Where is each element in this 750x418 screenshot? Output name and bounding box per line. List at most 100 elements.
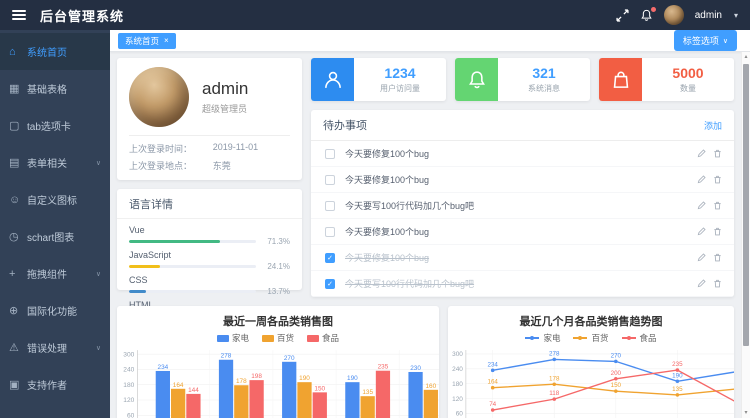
todo-checkbox[interactable] <box>325 175 335 185</box>
language-row-JavaScript: JavaScript24.1% <box>129 250 290 271</box>
todo-text: 今天要修复100个bug <box>345 173 429 186</box>
sidebar-item-自定义图标[interactable]: ☺自定义图标 <box>0 181 110 218</box>
svg-text:118: 118 <box>549 390 559 397</box>
todo-checkbox[interactable] <box>325 201 335 211</box>
legend-label: 家电 <box>232 332 249 344</box>
sidebar-item-错误处理[interactable]: ⚠错误处理∨ <box>0 329 110 366</box>
sidebar-item-基础表格[interactable]: ▦基础表格 <box>0 70 110 107</box>
legend-item-家电[interactable]: 家电 <box>525 332 560 344</box>
notification-bell-icon[interactable] <box>640 9 653 22</box>
edit-icon[interactable] <box>697 227 706 236</box>
svg-text:234: 234 <box>158 364 169 371</box>
edit-icon[interactable] <box>697 175 706 184</box>
tab-home[interactable]: 系统首页 × <box>118 33 176 49</box>
svg-text:278: 278 <box>549 350 560 357</box>
legend-marker <box>525 337 539 339</box>
edit-icon[interactable] <box>697 279 706 288</box>
svg-text:200: 200 <box>611 370 622 377</box>
divider <box>129 135 290 136</box>
bar-家电 <box>408 372 422 418</box>
globe-icon: ⊕ <box>9 304 24 317</box>
todo-checkbox[interactable] <box>325 227 335 237</box>
todo-checkbox[interactable]: ✓ <box>325 279 335 289</box>
legend-item-食品[interactable]: 食品 <box>622 332 657 344</box>
scroll-up-arrow-icon[interactable]: ▴ <box>742 53 750 61</box>
sidebar-item-系统首页[interactable]: ⌂系统首页 <box>0 33 110 70</box>
svg-text:150: 150 <box>611 382 622 389</box>
svg-text:180: 180 <box>452 381 463 388</box>
vertical-scrollbar[interactable]: ▴ ▾ <box>741 52 750 418</box>
scrollbar-thumb[interactable] <box>743 64 749 346</box>
todo-text: 今天要修复100个bug <box>345 225 429 238</box>
delete-icon[interactable] <box>713 175 722 184</box>
language-name: JavaScript <box>129 250 290 260</box>
warning-icon: ⚠ <box>9 341 24 354</box>
delete-icon[interactable] <box>713 201 722 210</box>
form-icon: ▤ <box>9 156 24 169</box>
chevron-down-icon: ∨ <box>96 159 101 167</box>
avatar[interactable] <box>664 5 684 25</box>
delete-icon[interactable] <box>713 149 722 158</box>
chevron-down-icon: ∨ <box>723 37 728 45</box>
delete-icon[interactable] <box>713 227 722 236</box>
todo-card: 待办事项 添加 今天要修复100个bug今天要修复100个bug今天要写100行… <box>311 110 734 297</box>
tab-options-button[interactable]: 标签选项 ∨ <box>674 30 737 51</box>
svg-text:270: 270 <box>611 352 622 359</box>
todo-title: 待办事项 <box>323 117 367 133</box>
profile-avatar <box>129 67 189 127</box>
close-icon[interactable]: × <box>164 37 169 45</box>
legend-item-食品[interactable]: 食品 <box>307 332 339 344</box>
top-header: 后台管理系统 admin ▾ <box>0 0 750 30</box>
legend-marker <box>307 335 319 342</box>
legend-marker <box>573 337 587 339</box>
fullscreen-icon[interactable] <box>616 9 629 22</box>
todo-item: ✓今天要修复100个bug <box>311 245 734 271</box>
sidebar-item-label: 错误处理 <box>27 340 67 355</box>
edit-icon[interactable] <box>697 149 706 158</box>
edit-icon[interactable] <box>697 253 706 262</box>
delete-icon[interactable] <box>713 279 722 288</box>
sidebar-item-label: schart图表 <box>27 229 74 244</box>
user-icon <box>311 58 354 101</box>
sidebar-item-支持作者[interactable]: ▣支持作者 <box>0 366 110 403</box>
delete-icon[interactable] <box>713 253 722 262</box>
bar-百货 <box>234 385 248 418</box>
tab-label: 系统首页 <box>125 35 159 47</box>
sidebar-item-label: 支持作者 <box>27 377 67 392</box>
bar-食品 <box>376 371 390 418</box>
progress-track <box>129 265 256 268</box>
svg-text:235: 235 <box>672 361 683 368</box>
todo-checkbox[interactable] <box>325 149 335 159</box>
table-icon: ▦ <box>9 82 24 95</box>
progress-fill <box>129 290 146 293</box>
sidebar-item-国际化功能[interactable]: ⊕国际化功能 <box>0 292 110 329</box>
bar-chart-legend: 家电 百货 食品 <box>117 332 439 344</box>
bar-家电 <box>219 360 233 418</box>
profile-card: admin 超级管理员 上次登录时间： 2019-11-01 上次登录地点： 东… <box>117 58 302 180</box>
legend-item-百货[interactable]: 百货 <box>573 332 608 344</box>
progress-fill <box>129 265 160 268</box>
sidebar-item-拖拽组件[interactable]: +拖拽组件∨ <box>0 255 110 292</box>
legend-item-家电[interactable]: 家电 <box>217 332 249 344</box>
progress-fill <box>129 240 220 243</box>
user-menu[interactable]: admin <box>695 10 722 21</box>
svg-text:178: 178 <box>549 375 560 382</box>
svg-text:135: 135 <box>362 389 373 396</box>
bar-百货 <box>297 382 311 418</box>
line-chart-legend: 家电 百货 食品 <box>448 332 734 344</box>
svg-text:198: 198 <box>251 373 262 380</box>
stat-label: 用户访问量 <box>380 83 420 94</box>
sidebar-item-表单相关[interactable]: ▤表单相关∨ <box>0 144 110 181</box>
todo-text: 今天要修复100个bug <box>345 147 429 160</box>
edit-icon[interactable] <box>697 201 706 210</box>
hamburger-menu-icon[interactable] <box>12 10 26 20</box>
todo-add-link[interactable]: 添加 <box>704 119 722 132</box>
svg-text:190: 190 <box>347 375 358 382</box>
legend-item-百货[interactable]: 百货 <box>262 332 294 344</box>
todo-checkbox[interactable]: ✓ <box>325 253 335 263</box>
scroll-down-arrow-icon[interactable]: ▾ <box>742 409 750 417</box>
sidebar-item-tab选项卡[interactable]: ▢tab选项卡 <box>0 107 110 144</box>
sidebar-item-schart图表[interactable]: ◷schart图表 <box>0 218 110 255</box>
bar-百货 <box>361 396 375 418</box>
legend-label: 家电 <box>543 332 560 344</box>
